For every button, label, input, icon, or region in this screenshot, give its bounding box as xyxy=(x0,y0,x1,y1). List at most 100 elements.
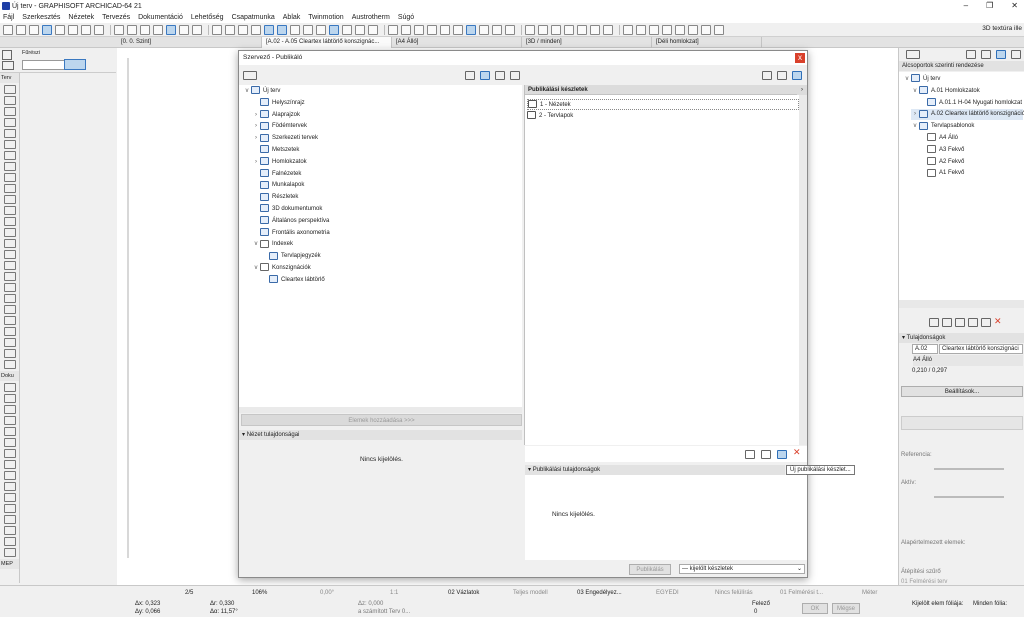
tool-icon[interactable] xyxy=(4,184,16,193)
layout-tree-row[interactable]: A1 Fekvő xyxy=(919,168,964,179)
toolbar-tool-icon[interactable] xyxy=(388,24,398,35)
tree-row[interactable]: Cleartex lábtörlő xyxy=(261,275,325,286)
tree-row[interactable]: v Konszignációk xyxy=(252,263,311,274)
properties-header[interactable]: ▾ Tulajdonságok xyxy=(899,333,1024,343)
toolbar-tool-icon[interactable] xyxy=(238,24,248,35)
view-map-icon[interactable] xyxy=(480,71,491,80)
cancel-button[interactable]: Mégse xyxy=(832,603,860,614)
tool-icon[interactable] xyxy=(4,405,16,414)
menu-item-9[interactable]: Austrotherm xyxy=(352,14,390,21)
tool-icon[interactable] xyxy=(4,394,16,403)
new-publish-set-icon[interactable] xyxy=(777,450,787,459)
navigator-menu-icon[interactable] xyxy=(906,50,920,59)
toolbar-tool-icon[interactable] xyxy=(701,24,711,35)
tool-icon[interactable] xyxy=(4,504,16,513)
layout-tree-row[interactable]: A3 Fekvő xyxy=(919,145,964,156)
toolbar-tool-icon[interactable] xyxy=(368,24,378,35)
tree-row[interactable]: Metszetek xyxy=(252,145,299,156)
graphic-override[interactable]: Nincs felülírás xyxy=(715,590,753,596)
menu-item-1[interactable]: Szerkesztés xyxy=(22,14,60,21)
model-view-option[interactable]: Teljes modell xyxy=(513,590,548,596)
tree-row[interactable]: Általános perspektíva xyxy=(252,216,329,227)
tool-icon[interactable] xyxy=(4,118,16,127)
publish-sets-scrollbar[interactable] xyxy=(799,95,807,445)
toolbar-tool-icon[interactable] xyxy=(355,24,365,35)
tool-icon[interactable] xyxy=(4,195,16,204)
tool-icon[interactable] xyxy=(4,162,16,171)
menu-item-0[interactable]: Fájl xyxy=(3,14,14,21)
toolbox-section-mep[interactable]: MEP xyxy=(0,559,19,569)
publish-properties-header[interactable]: ▾ Publikálási tulajdonságok xyxy=(525,465,785,475)
tool-icon[interactable] xyxy=(4,228,16,237)
toolbar-tool-icon[interactable] xyxy=(29,24,39,35)
chevron-down-icon[interactable]: v xyxy=(911,86,919,97)
master-layout-select[interactable]: A4 Álló xyxy=(913,355,1023,366)
tool-icon[interactable] xyxy=(4,515,16,524)
publish-set-row-1[interactable]: 1 - Nézetek xyxy=(527,99,799,110)
chevron-down-icon[interactable]: v xyxy=(252,263,260,274)
arrow-tool-icon[interactable] xyxy=(2,50,12,60)
tab-0[interactable]: [0. 0. Szint] xyxy=(117,36,262,48)
marquee-tool-icon[interactable] xyxy=(2,61,14,70)
toolbar-tool-icon[interactable] xyxy=(479,24,489,35)
toolbar-tool-icon[interactable] xyxy=(316,24,326,35)
tree-row[interactable]: Helyszínrajz xyxy=(252,98,305,109)
chevron-down-icon[interactable]: v xyxy=(903,74,911,85)
tool-icon[interactable] xyxy=(4,272,16,281)
chevron-right-icon[interactable]: › xyxy=(252,110,260,121)
toolbar-tool-icon[interactable] xyxy=(127,24,137,35)
toolbar-tool-icon[interactable] xyxy=(212,24,222,35)
tool-icon[interactable] xyxy=(4,283,16,292)
tool-icon[interactable] xyxy=(4,316,16,325)
layout-tree-row[interactable]: v Tervlapsablonok xyxy=(911,121,974,132)
dialog-close-button[interactable]: x xyxy=(795,53,805,63)
tool-icon[interactable] xyxy=(4,239,16,248)
tool-icon[interactable] xyxy=(4,85,16,94)
toolbar-tool-icon[interactable] xyxy=(525,24,535,35)
chevron-right-icon[interactable]: › xyxy=(252,157,260,168)
tool-icon[interactable] xyxy=(4,349,16,358)
toolbar-tool-icon[interactable] xyxy=(623,24,633,35)
tree-row[interactable]: Tervlapjegyzék xyxy=(261,251,321,262)
renovation-filter[interactable]: 01 Felmérési t... xyxy=(780,590,823,596)
tool-icon[interactable] xyxy=(4,96,16,105)
tab-1[interactable]: [A.02 - A.05 Cleartex lábtörlő konszigná… xyxy=(262,36,392,48)
tool-icon[interactable] xyxy=(4,217,16,226)
tool-icon[interactable] xyxy=(4,526,16,535)
tool-icon[interactable] xyxy=(4,548,16,557)
toolbar-tool-icon[interactable] xyxy=(688,24,698,35)
layout-tree-row[interactable]: A4 Álló xyxy=(919,133,958,144)
minimize-button[interactable]: – xyxy=(964,0,968,12)
toolbar-tool-icon[interactable] xyxy=(466,24,476,35)
layout-id-field[interactable]: A.02 xyxy=(912,344,938,354)
menu-item-4[interactable]: Dokumentáció xyxy=(138,14,183,21)
zoom-level[interactable]: 106% xyxy=(252,590,267,596)
tool-icon[interactable] xyxy=(4,305,16,314)
chevron-right-icon[interactable]: › xyxy=(252,121,260,132)
rotation-angle[interactable]: 0,00° xyxy=(320,590,334,596)
menu-item-2[interactable]: Nézetek xyxy=(68,14,94,21)
chevron-down-icon[interactable]: › xyxy=(911,109,919,120)
toolbar-tool-icon[interactable] xyxy=(551,24,561,35)
publish-set-row-2[interactable]: 2 - Tervlapok xyxy=(527,111,573,122)
menu-item-5[interactable]: Lehetőség xyxy=(191,14,224,21)
layer-combo[interactable]: 02 Vázlatok xyxy=(448,590,479,596)
toolbar-tool-icon[interactable] xyxy=(714,24,724,35)
toolbar-tool-icon[interactable] xyxy=(16,24,26,35)
toolbar-tool-icon[interactable] xyxy=(675,24,685,35)
chevron-down-icon[interactable]: v xyxy=(252,239,260,250)
tool-icon[interactable] xyxy=(4,449,16,458)
tree-row[interactable]: v Indexek xyxy=(252,239,293,250)
all-layers[interactable]: Minden fólia: xyxy=(973,601,1007,607)
tool-icon[interactable] xyxy=(4,261,16,270)
close-window-button[interactable]: ✕ xyxy=(1011,0,1018,12)
tool-icon[interactable] xyxy=(4,294,16,303)
toolbar-tool-icon[interactable] xyxy=(277,24,287,35)
toolbar-tool-icon[interactable] xyxy=(538,24,548,35)
publisher-sets-right-icon[interactable] xyxy=(792,71,802,80)
sort-by-subsets-header[interactable]: Alcsoportok szerinti rendezése xyxy=(899,61,1024,71)
toolbar-tool-icon[interactable] xyxy=(427,24,437,35)
toolbar-tool-icon[interactable] xyxy=(492,24,502,35)
clone-icon[interactable] xyxy=(968,317,978,327)
clone-set-icon[interactable] xyxy=(745,450,755,459)
